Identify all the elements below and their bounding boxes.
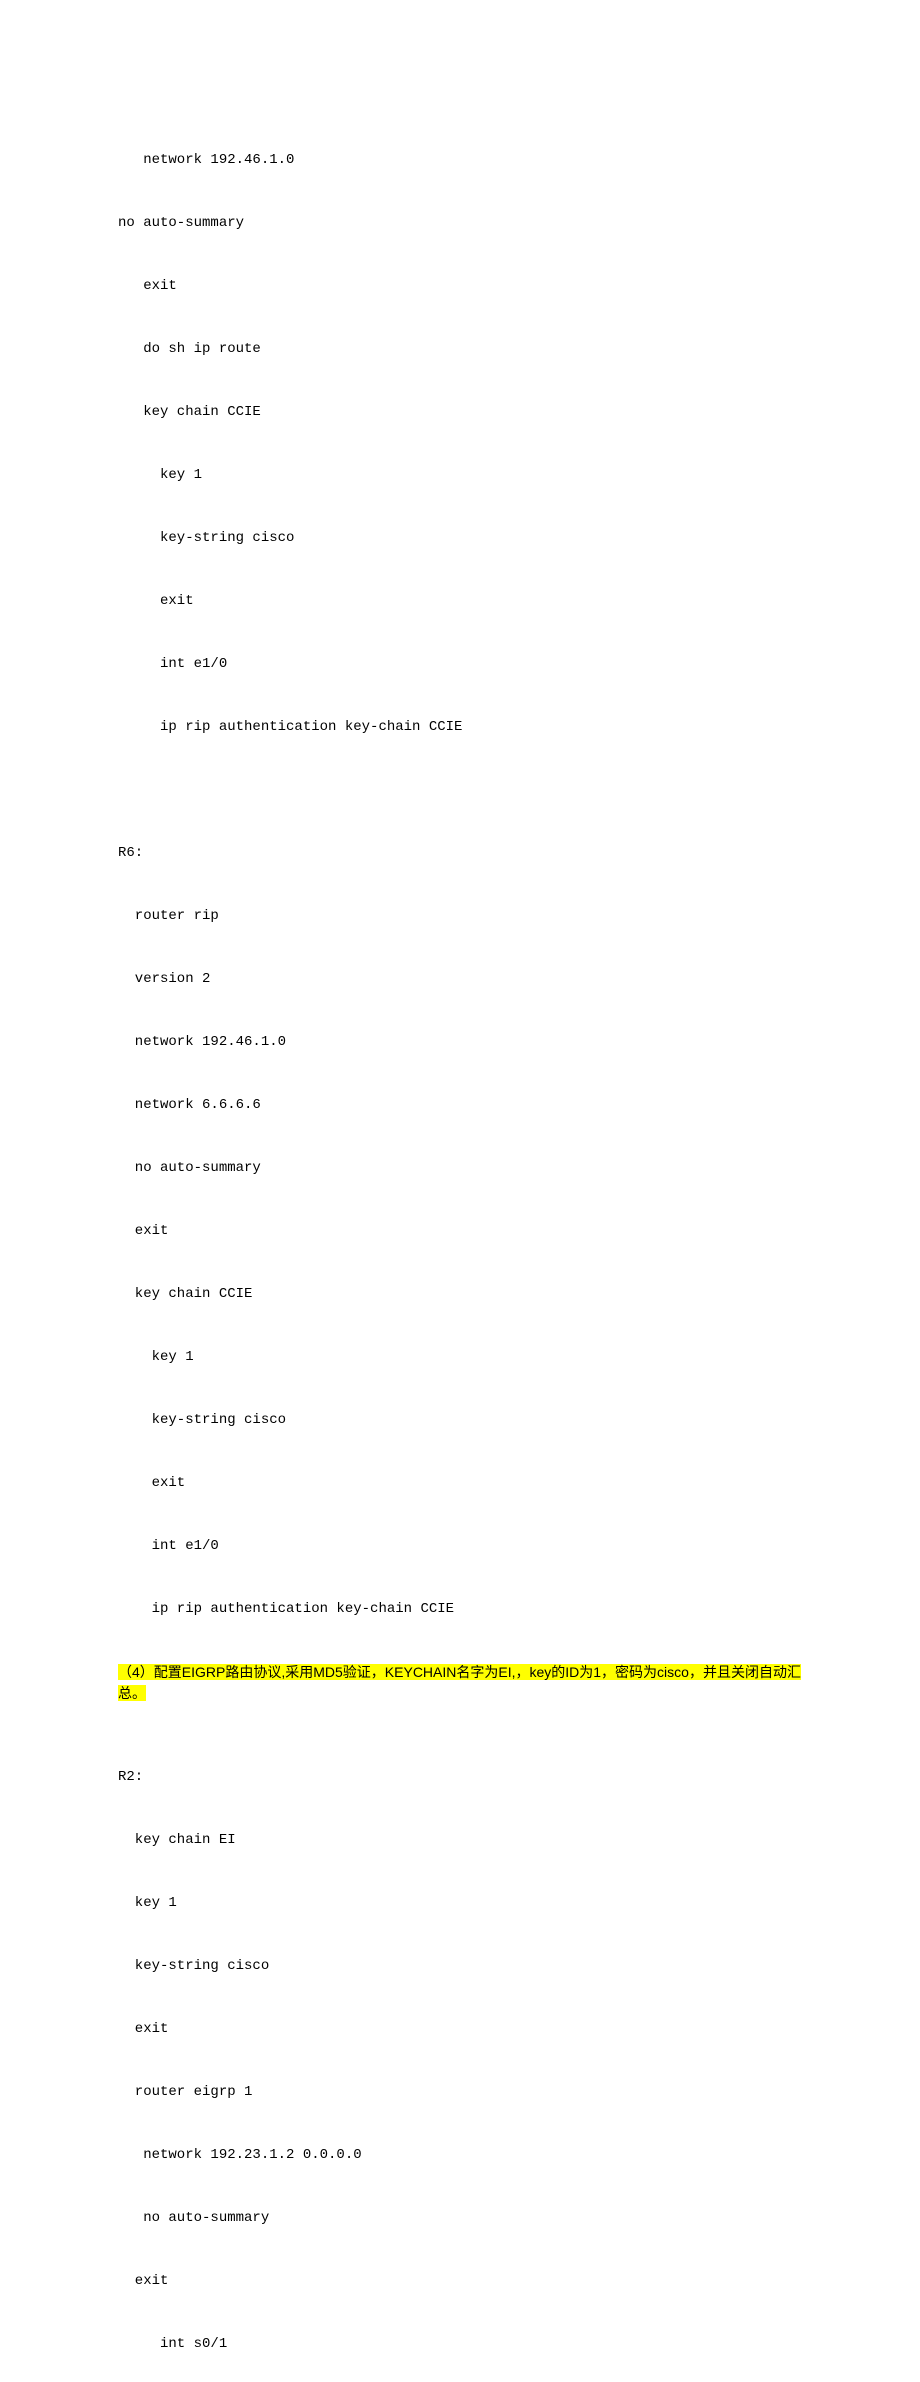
config-line: exit <box>118 1473 802 1494</box>
config-line: key chain CCIE <box>118 402 802 423</box>
config-line: key chain EI <box>118 1830 802 1851</box>
config-block-top: network 192.46.1.0 no auto-summary exit … <box>118 108 802 780</box>
config-line: key-string cisco <box>118 1410 802 1431</box>
config-line: int s0/1 <box>118 2334 802 2355</box>
config-line: router eigrp 1 <box>118 2082 802 2103</box>
config-line: int e1/0 <box>118 1536 802 1557</box>
config-line: key 1 <box>118 1347 802 1368</box>
config-line: int e1/0 <box>118 654 802 675</box>
config-line: key-string cisco <box>118 1956 802 1977</box>
config-line: exit <box>118 2271 802 2292</box>
config-line: router rip <box>118 906 802 927</box>
config-line: network 192.46.1.0 <box>118 1032 802 1053</box>
blank-line <box>118 1704 802 1725</box>
router-header-r2: R2: <box>118 1767 802 1788</box>
highlighted-instruction-4: （4）配置EIGRP路由协议,采用MD5验证，KEYCHAIN名字为EI,，ke… <box>118 1662 802 1704</box>
config-block-r6: R6: router rip version 2 network 192.46.… <box>118 801 802 1662</box>
config-block-r2: R2: key chain EI key 1 key-string cisco … <box>118 1725 802 2382</box>
config-line: key 1 <box>118 465 802 486</box>
config-line: exit <box>118 1221 802 1242</box>
config-line: network 192.46.1.0 <box>118 150 802 171</box>
blank-line <box>118 780 802 801</box>
config-line: no auto-summary <box>118 213 802 234</box>
highlight-text: （4）配置EIGRP路由协议,采用MD5验证，KEYCHAIN名字为EI,，ke… <box>118 1664 801 1701</box>
config-line: exit <box>118 2019 802 2040</box>
config-line: no auto-summary <box>118 1158 802 1179</box>
config-line: key-string cisco <box>118 528 802 549</box>
config-line: key 1 <box>118 1893 802 1914</box>
config-line: ip rip authentication key-chain CCIE <box>118 1599 802 1620</box>
router-header-r6: R6: <box>118 843 802 864</box>
config-line: do sh ip route <box>118 339 802 360</box>
document-page: network 192.46.1.0 no auto-summary exit … <box>0 0 920 2382</box>
config-line: exit <box>118 591 802 612</box>
config-line: version 2 <box>118 969 802 990</box>
config-line: key chain CCIE <box>118 1284 802 1305</box>
config-line: no auto-summary <box>118 2208 802 2229</box>
config-line: network 6.6.6.6 <box>118 1095 802 1116</box>
config-line: ip rip authentication key-chain CCIE <box>118 717 802 738</box>
config-line: network 192.23.1.2 0.0.0.0 <box>118 2145 802 2166</box>
config-line: exit <box>118 276 802 297</box>
